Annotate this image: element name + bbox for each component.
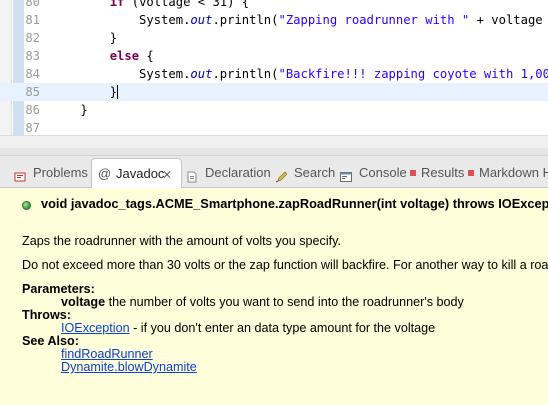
code-token: "Zapping roadrunner with " [278,13,470,27]
code-token: } [51,85,118,99]
code-line[interactable]: 86 } [0,101,548,119]
console-icon [340,167,352,182]
code-text[interactable]: } [51,101,88,119]
code-editor[interactable]: 80 if (voltage < 31) {81 System.out.prin… [0,0,548,135]
line-number: 81 [25,13,40,27]
find-roadrunner-link[interactable]: findRoadRunner [61,347,153,361]
code-text[interactable]: if (voltage < 31) { [51,0,249,11]
parameter-entry: voltage the number of volts you want to … [61,295,464,310]
code-text[interactable]: } [51,83,119,101]
parameter-description: the number of volts you want to send int… [105,295,464,309]
code-line[interactable]: 82 } [0,29,548,47]
code-text[interactable]: } [51,29,117,47]
blow-dynamite-link[interactable]: Dynamite.blowDynamite [61,360,197,374]
code-token: System. [51,13,191,27]
code-line[interactable]: 84 System.out.println("Backfire!!! zappi… [0,65,548,83]
code-line[interactable]: 80 if (voltage < 31) { [0,0,548,11]
markdown-icon [468,170,474,176]
line-number: 83 [25,49,40,63]
tab-javadoc[interactable]: @ Javadoc ⨯ [91,158,182,188]
code-token: { [139,49,154,63]
search-icon [275,167,288,183]
line-number: 87 [25,121,40,135]
code-token: out [190,67,213,81]
tab-results-label: Results [421,165,465,180]
throws-entry: IOException - if you don't enter an data… [61,321,435,336]
public-method-icon [22,201,31,210]
code-token: .println( [212,67,279,81]
code-text[interactable]: System.out.println("Backfire!!! zapping … [51,65,548,83]
description-line-1: Zaps the roadrunner with the amount of v… [22,234,341,248]
code-line[interactable]: 85 } [0,83,548,101]
tab-problems-label: Problems [33,165,88,180]
code-token: } [51,103,88,117]
at-sign-icon: @ [98,166,112,181]
code-token: out [190,13,213,27]
tab-search-label: Search [294,165,336,180]
view-sash[interactable] [0,148,548,156]
ioexception-link[interactable]: IOException [61,321,130,335]
code-token: else [109,49,140,63]
code-token: (voltage < 31) { [124,0,250,9]
code-text[interactable]: else { [51,47,154,65]
code-line[interactable]: 87 [0,119,548,135]
see-also-entry-2: Dynamite.blowDynamite [61,360,197,375]
throws-description: - if you don't enter an data type amount… [129,321,436,335]
results-icon [410,170,416,176]
tab-declaration-label: Declaration [205,165,271,180]
code-lines[interactable]: 80 if (voltage < 31) {81 System.out.prin… [0,0,548,135]
code-token: } [51,31,118,45]
text-caret [117,85,119,99]
line-number: 80 [25,0,40,9]
close-icon[interactable]: ⨯ [161,159,173,189]
code-token: "Backfire!!! zapping coyote with 1,000,0 [278,67,548,81]
tab-console-label: Console [359,165,407,180]
javadoc-view: void javadoc_tags.ACME_Smartphone.zapRoa… [0,188,548,405]
code-token: System. [51,67,191,81]
bottom-view-tabbar: Problems @ Javadoc ⨯ Declaration Search … [0,156,548,188]
code-token: .println( [212,13,279,27]
declaration-icon [186,167,198,183]
line-number: 85 [25,85,40,99]
tab-markdown-label: Markdown H [479,165,548,180]
method-signature: void javadoc_tags.ACME_Smartphone.zapRoa… [41,196,548,211]
line-number: 82 [25,31,40,45]
code-token: if [109,0,125,9]
description-line-2: Do not exceed more than 30 volts or the … [22,258,548,272]
code-line[interactable]: 81 System.out.println("Zapping roadrunne… [0,11,548,29]
code-token: + voltage + [476,13,543,27]
editor-horizontal-scrollbar[interactable] [0,135,548,148]
problems-icon [14,167,26,182]
line-number: 84 [25,67,40,81]
code-text[interactable]: System.out.println("Zapping roadrunner w… [51,11,548,29]
tab-javadoc-label: Javadoc [116,166,165,181]
code-line[interactable]: 83 else { [0,47,548,65]
parameter-name: voltage [61,295,106,309]
line-number: 86 [25,103,40,117]
